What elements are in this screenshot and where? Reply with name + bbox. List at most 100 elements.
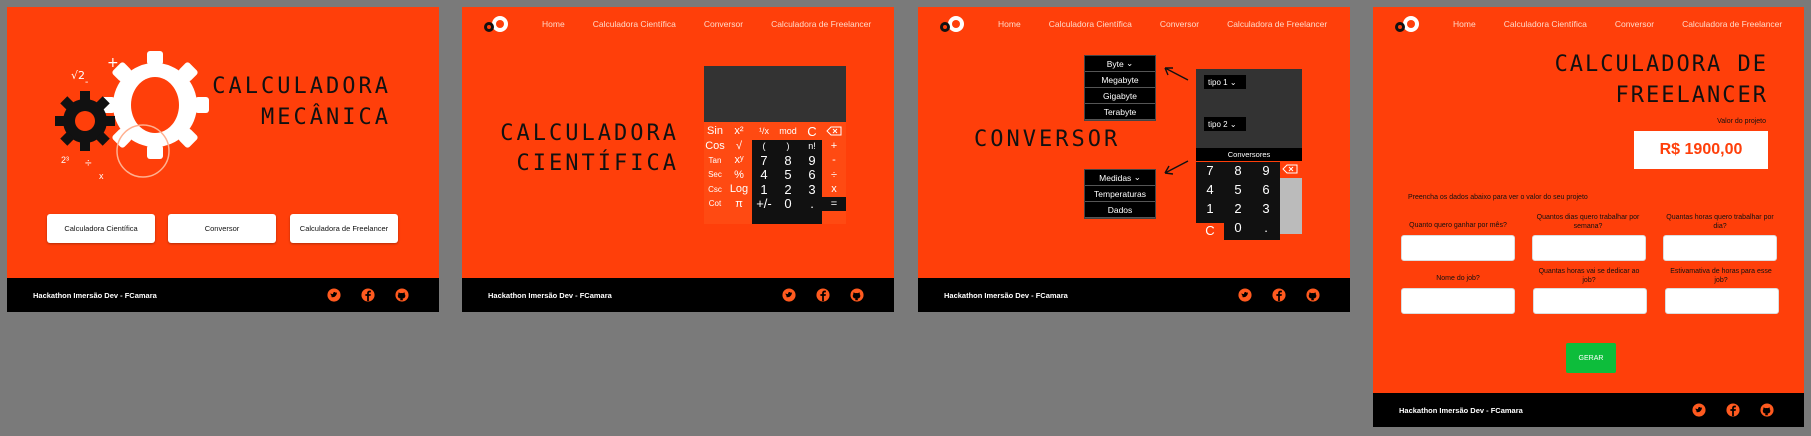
calc-key[interactable]: mod <box>776 124 800 139</box>
converter-key[interactable]: 0 <box>1224 220 1252 235</box>
calc-key[interactable]: 7 <box>752 153 776 168</box>
facebook-icon[interactable] <box>361 288 375 302</box>
clear-button[interactable]: C <box>1196 223 1224 241</box>
twitter-icon[interactable] <box>327 288 341 302</box>
calc-key[interactable]: 9 <box>800 153 824 168</box>
calc-key[interactable]: Log <box>728 182 750 197</box>
calc-key[interactable]: √ <box>728 139 750 154</box>
calc-key[interactable]: ( <box>752 139 776 154</box>
menu-item-terabyte[interactable]: Terabyte <box>1085 104 1155 120</box>
converter-key[interactable]: 7 <box>1196 163 1224 178</box>
calc-key[interactable]: Sin <box>704 124 726 139</box>
calc-key[interactable]: 6 <box>800 167 824 182</box>
calc-key[interactable]: 1 <box>752 182 776 197</box>
backspace-button[interactable] <box>1280 162 1302 176</box>
facebook-icon[interactable] <box>1272 288 1286 302</box>
nav-home[interactable]: Home <box>1453 19 1476 29</box>
nav-converter[interactable]: Conversor <box>1615 19 1654 29</box>
calc-key[interactable]: - <box>822 153 846 168</box>
menu-item-gigabyte[interactable]: Gigabyte <box>1085 88 1155 104</box>
twitter-icon[interactable] <box>1238 288 1252 302</box>
github-icon[interactable] <box>1306 288 1320 302</box>
scientific-calculator-button[interactable]: Calculadora Científica <box>47 214 155 243</box>
backspace-icon[interactable] <box>822 124 846 139</box>
calc-key[interactable]: ¹/x <box>752 124 776 139</box>
calc-key[interactable]: C <box>800 124 824 139</box>
calc-key[interactable]: Tan <box>704 153 726 168</box>
calc-key[interactable]: . <box>800 196 824 211</box>
calc-key[interactable]: = <box>822 196 846 211</box>
equals-bar[interactable] <box>1280 178 1302 234</box>
nav-converter[interactable]: Conversor <box>1160 19 1199 29</box>
calc-key[interactable]: 2 <box>776 182 800 197</box>
converter-key[interactable]: 2 <box>1224 201 1252 216</box>
github-icon[interactable] <box>850 288 864 302</box>
job-hours-input[interactable] <box>1533 288 1647 314</box>
calc-key[interactable]: 3 <box>800 182 824 197</box>
monthly-income-input[interactable] <box>1401 235 1515 261</box>
github-icon[interactable] <box>1760 403 1774 417</box>
calc-key[interactable]: Cot <box>704 197 726 212</box>
nav-home[interactable]: Home <box>542 19 565 29</box>
calc-key[interactable]: 5 <box>776 167 800 182</box>
twitter-icon[interactable] <box>782 288 796 302</box>
nav-scientific[interactable]: Calculadora Científica <box>1504 19 1587 29</box>
calc-key[interactable]: +/- <box>752 196 776 211</box>
nav-converter[interactable]: Conversor <box>704 19 743 29</box>
menu-item-dados[interactable]: Dados <box>1085 202 1155 218</box>
categories-menu[interactable]: Medidas ⌄ Temperaturas Dados <box>1084 169 1156 219</box>
logo-icon[interactable] <box>938 14 966 38</box>
type-2-select[interactable]: tipo 2 ⌄ <box>1204 117 1246 131</box>
facebook-icon[interactable] <box>816 288 830 302</box>
menu-item-byte[interactable]: Byte ⌄ <box>1085 56 1155 72</box>
nav-freelancer[interactable]: Calculadora de Freelancer <box>1682 19 1782 29</box>
calc-key[interactable]: 4 <box>752 167 776 182</box>
converter-key[interactable]: 4 <box>1196 182 1224 197</box>
converter-key[interactable]: . <box>1252 220 1280 235</box>
github-icon[interactable] <box>395 288 409 302</box>
page-title: CALCULADORA MECÂNICA <box>212 71 391 133</box>
type-1-select[interactable]: tipo 1 ⌄ <box>1204 75 1246 89</box>
nav-scientific[interactable]: Calculadora Científica <box>1049 19 1132 29</box>
calc-key[interactable]: + <box>822 139 846 154</box>
calc-key[interactable]: Csc <box>704 182 726 197</box>
days-per-week-input[interactable] <box>1532 235 1646 261</box>
calc-key[interactable]: % <box>728 168 750 183</box>
menu-item-medidas[interactable]: Medidas ⌄ <box>1085 170 1155 186</box>
hours-per-day-input[interactable] <box>1663 235 1777 261</box>
calc-key[interactable]: Sec <box>704 168 726 183</box>
calc-key[interactable]: Cos <box>704 139 726 154</box>
calc-key[interactable]: π <box>728 197 750 212</box>
converter-key[interactable]: 5 <box>1224 182 1252 197</box>
estimated-hours-input[interactable] <box>1665 288 1779 314</box>
logo-icon[interactable] <box>482 14 510 38</box>
chevron-down-icon: ⌄ <box>1229 119 1237 129</box>
generate-button[interactable]: GERAR <box>1566 343 1616 373</box>
facebook-icon[interactable] <box>1726 403 1740 417</box>
calc-key[interactable]: xʸ <box>728 153 750 168</box>
converter-button[interactable]: Conversor <box>168 214 276 243</box>
converter-key[interactable]: 3 <box>1252 201 1280 216</box>
calc-key[interactable]: n! <box>800 139 824 154</box>
converter-key[interactable]: 1 <box>1196 201 1224 216</box>
nav-home[interactable]: Home <box>998 19 1021 29</box>
converter-key[interactable]: 8 <box>1224 163 1252 178</box>
calc-key[interactable]: ÷ <box>822 168 846 183</box>
calc-key[interactable]: ) <box>776 139 800 154</box>
job-name-input[interactable] <box>1401 288 1515 314</box>
nav-freelancer[interactable]: Calculadora de Freelancer <box>1227 19 1327 29</box>
calc-key[interactable]: x <box>822 182 846 197</box>
logo-icon[interactable] <box>1393 14 1421 38</box>
converter-key[interactable]: 6 <box>1252 182 1280 197</box>
freelancer-calculator-button[interactable]: Calculadora de Freelancer <box>290 214 398 243</box>
menu-item-megabyte[interactable]: Megabyte <box>1085 72 1155 88</box>
nav-freelancer[interactable]: Calculadora de Freelancer <box>771 19 871 29</box>
nav-scientific[interactable]: Calculadora Científica <box>593 19 676 29</box>
menu-item-temperaturas[interactable]: Temperaturas <box>1085 186 1155 202</box>
twitter-icon[interactable] <box>1692 403 1706 417</box>
calc-key[interactable]: 8 <box>776 153 800 168</box>
calc-key[interactable]: x² <box>728 124 750 139</box>
data-units-menu[interactable]: Byte ⌄ Megabyte Gigabyte Terabyte <box>1084 55 1156 121</box>
converter-key[interactable]: 9 <box>1252 163 1280 178</box>
calc-key[interactable]: 0 <box>776 196 800 211</box>
